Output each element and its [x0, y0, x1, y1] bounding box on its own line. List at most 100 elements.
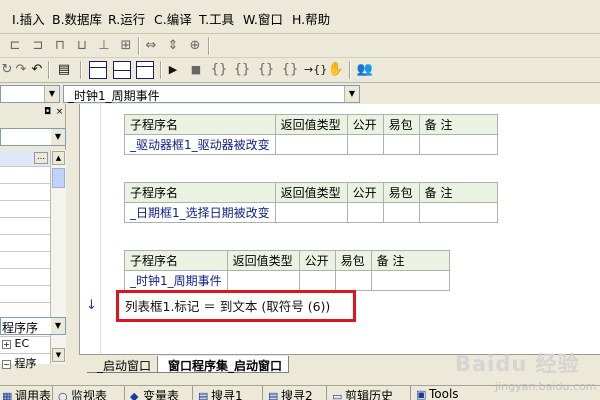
- highlight-box: [116, 290, 356, 322]
- run-icon[interactable]: ▶: [164, 61, 182, 79]
- public-cell[interactable]: [346, 134, 384, 155]
- combo-row: ▼ _时钟1_周期事件 ▼: [0, 84, 600, 104]
- grid-row[interactable]: [0, 167, 50, 184]
- step-into-icon[interactable]: {}: [210, 61, 228, 79]
- header-easy-pack: 易包: [382, 114, 420, 135]
- step-over-icon[interactable]: {}: [233, 61, 251, 79]
- h-space-icon[interactable]: ⇔: [142, 37, 160, 55]
- easy-pack-cell[interactable]: [382, 134, 420, 155]
- align-center-icon[interactable]: ⊐: [29, 37, 47, 55]
- header-public: 公开: [346, 114, 384, 135]
- easy-pack-cell[interactable]: [334, 270, 372, 291]
- align-middle-icon[interactable]: ⊔: [73, 37, 91, 55]
- grid-row[interactable]: [0, 286, 50, 303]
- header-remark: 备 注: [418, 182, 498, 203]
- chevron-down-icon[interactable]: ▼: [51, 129, 65, 145]
- bottom-tab-search1[interactable]: ▤ 搜寻1: [198, 387, 243, 400]
- bottom-tab-call-table[interactable]: ▦ 调用表: [2, 387, 51, 400]
- subroutine-name[interactable]: _时钟1_周期事件: [124, 270, 228, 291]
- align-bottom-icon[interactable]: ⊥: [95, 37, 113, 55]
- run-to-cursor-icon[interactable]: {}: [281, 61, 299, 79]
- step-out-icon[interactable]: {}: [257, 61, 275, 79]
- center-icon[interactable]: ⊕: [186, 37, 204, 55]
- braces-icon[interactable]: →{}: [304, 61, 327, 79]
- separator: [262, 386, 263, 400]
- tools-icon: ▣: [416, 388, 427, 400]
- search-icon: ○: [58, 390, 68, 400]
- chevron-down-icon[interactable]: ▼: [51, 318, 65, 334]
- grid-row[interactable]: [0, 201, 50, 218]
- menu-database[interactable]: B.数据库: [52, 9, 102, 28]
- stop-icon[interactable]: ■: [187, 61, 205, 79]
- ellipsis-button[interactable]: …: [34, 152, 48, 164]
- bottom-tab-label: 调用表: [15, 389, 52, 400]
- menu-tools[interactable]: T.工具: [199, 9, 234, 28]
- preview-icon[interactable]: ▤: [55, 61, 73, 79]
- remark-cell[interactable]: [418, 134, 498, 155]
- menu-window[interactable]: W.窗口: [243, 9, 283, 28]
- bottom-tab-clip-history[interactable]: ▭ 剪辑历史: [332, 387, 393, 400]
- close-icon[interactable]: ×: [54, 107, 65, 118]
- tree-node-program[interactable]: − 程序: [2, 355, 37, 371]
- object-combo[interactable]: ▼: [0, 85, 60, 103]
- debug-people-icon[interactable]: 👥: [356, 61, 374, 79]
- scroll-thumb[interactable]: [52, 168, 65, 188]
- v-space-icon[interactable]: ⇕: [164, 37, 182, 55]
- tree-node-ec[interactable]: + EC: [2, 337, 29, 350]
- bottom-tab-label: 监视表: [71, 389, 108, 400]
- public-cell[interactable]: [346, 202, 384, 223]
- remark-cell[interactable]: [418, 202, 498, 223]
- grid-row[interactable]: [0, 184, 50, 201]
- same-width-icon[interactable]: ⊞: [117, 37, 135, 55]
- subroutine-name[interactable]: _日期框1_选择日期被改变: [124, 202, 276, 223]
- undo-icon[interactable]: ↶: [28, 61, 46, 79]
- separator: [326, 386, 327, 400]
- grid-row[interactable]: [0, 218, 50, 235]
- event-combo[interactable]: _时钟1_周期事件 ▼: [63, 85, 360, 103]
- scroll-up-icon[interactable]: ▲: [52, 151, 65, 165]
- menu-insert[interactable]: I.插入: [12, 9, 45, 28]
- align-left-icon[interactable]: ⊏: [6, 37, 24, 55]
- subroutine-table: 子程序名 返回值类型 公开 易包 备 注 _时钟1_周期事件: [124, 250, 450, 291]
- return-type-cell[interactable]: [274, 134, 348, 155]
- tree-node-label: EC: [14, 337, 30, 350]
- find-icon: ▤: [268, 390, 279, 400]
- bottom-tab-watch[interactable]: ○ 监视表: [58, 387, 107, 400]
- tab-start-window[interactable]: _启动窗口: [87, 356, 158, 373]
- align-top-icon[interactable]: ⊓: [51, 37, 69, 55]
- grid-row[interactable]: …: [0, 150, 50, 167]
- separator: [192, 386, 193, 400]
- main-toolbar: ↻ ↷ ↶ ▤ ▶ ■ {} {} {} {} →{} ✋ 👥: [0, 58, 600, 83]
- return-type-cell[interactable]: [226, 270, 300, 291]
- bottom-tab-search2[interactable]: ▤ 搜寻2: [268, 387, 313, 400]
- menu-run[interactable]: R.运行: [108, 9, 145, 28]
- public-cell[interactable]: [298, 270, 336, 291]
- menu-help[interactable]: H.帮助: [292, 9, 330, 28]
- panel-combo[interactable]: ▼: [0, 128, 66, 146]
- tab-window-program-set[interactable]: 窗口程序集_启动窗口: [157, 356, 290, 373]
- hand-icon[interactable]: ✋: [327, 61, 345, 79]
- remark-cell[interactable]: [370, 270, 450, 291]
- current-line-arrow-icon: ↓: [86, 298, 97, 313]
- grid-row[interactable]: [0, 269, 50, 286]
- collapse-icon[interactable]: −: [2, 359, 11, 369]
- frame-tri-icon[interactable]: [136, 61, 154, 79]
- expand-icon[interactable]: +: [2, 339, 11, 349]
- easy-pack-cell[interactable]: [382, 202, 420, 223]
- return-type-cell[interactable]: [274, 202, 348, 223]
- watermark-url: jingyan.baidu.com: [495, 380, 597, 393]
- pin-icon[interactable]: ◘: [42, 107, 53, 118]
- bottom-tab-label: 搜寻2: [281, 389, 313, 400]
- chevron-down-icon[interactable]: ▼: [44, 86, 59, 102]
- bottom-tab-tools[interactable]: ▣ Tools: [416, 387, 459, 400]
- grid-row[interactable]: [0, 252, 50, 269]
- bottom-tab-variables[interactable]: ◆ 变量表: [130, 387, 179, 400]
- chevron-down-icon[interactable]: ▼: [344, 86, 359, 102]
- program-select[interactable]: 程序序 ▼: [0, 317, 66, 335]
- subroutine-name[interactable]: _驱动器框1_驱动器被改变: [124, 134, 276, 155]
- editor-gutter: ↓: [80, 104, 101, 354]
- frame-icon[interactable]: [89, 61, 107, 79]
- menu-compile[interactable]: C.编译: [154, 9, 192, 28]
- frame-split-icon[interactable]: [113, 61, 131, 79]
- grid-row[interactable]: [0, 235, 50, 252]
